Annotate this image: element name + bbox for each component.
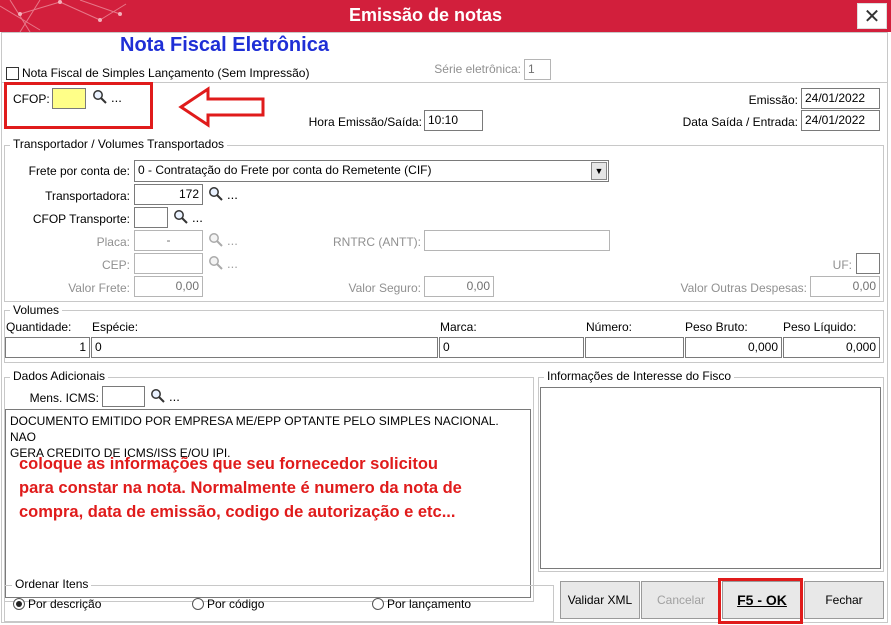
frete-select[interactable]: 0 - Contratação do Frete por conta do Re… xyxy=(134,160,609,182)
simples-lancamento-label: Nota Fiscal de Simples Lançamento (Sem I… xyxy=(22,66,310,80)
valor-frete-field[interactable]: 0,00 xyxy=(134,276,203,297)
mens-icms-field[interactable] xyxy=(102,386,145,407)
radio-selected-icon xyxy=(13,598,25,610)
mens-icms-label: Mens. ICMS: xyxy=(29,391,99,405)
mens-icms-lookup-dots[interactable]: ... xyxy=(169,389,180,404)
instruction-line-2: para constar na nota. Normalmente é nume… xyxy=(19,479,462,497)
radio-unselected-icon xyxy=(372,598,384,610)
cep-lookup-dots[interactable]: ... xyxy=(227,256,238,271)
frete-label: Frete por conta de: xyxy=(28,164,130,178)
volumes-header-peso-bruto: Peso Bruto: xyxy=(685,320,748,334)
valor-seguro-field[interactable]: 0,00 xyxy=(424,276,494,297)
radio-por-lancamento[interactable]: Por lançamento xyxy=(372,597,471,611)
placa-lookup-dots[interactable]: ... xyxy=(227,233,238,248)
placa-label: Placa: xyxy=(96,235,130,249)
volumes-especie-field[interactable]: 0 xyxy=(91,337,438,358)
cfop-transporte-search-icon[interactable] xyxy=(173,209,189,228)
volumes-header-numero: Número: xyxy=(586,320,633,334)
frete-select-value: 0 - Contratação do Frete por conta do Re… xyxy=(138,163,432,177)
fechar-button[interactable]: Fechar xyxy=(804,581,884,619)
transportadora-label: Transportadora: xyxy=(45,189,130,203)
radio-por-lancamento-label: Por lançamento xyxy=(387,597,472,611)
cep-search-icon[interactable] xyxy=(208,255,224,274)
ordenar-itens-group-title: Ordenar Itens xyxy=(12,577,92,591)
instruction-line-3: compra, data de emissão, codigo de autor… xyxy=(19,503,456,521)
valor-outras-field[interactable]: 0,00 xyxy=(810,276,880,297)
hora-emissao-label: Hora Emissão/Saída: xyxy=(308,115,422,129)
window-title: Emissão de notas xyxy=(348,5,503,25)
emissao-label: Emissão: xyxy=(748,93,798,107)
emissao-field[interactable]: 24/01/2022 xyxy=(801,88,880,109)
radio-unselected-icon xyxy=(192,598,204,610)
serie-eletronica-label: Série eletrônica: xyxy=(434,62,521,76)
validar-xml-button[interactable]: Validar XML xyxy=(560,581,640,619)
cfop-transporte-lookup-dots[interactable]: ... xyxy=(192,210,203,225)
mens-icms-search-icon[interactable] xyxy=(150,388,166,407)
dados-adicionais-group-title: Dados Adicionais xyxy=(10,369,109,383)
uf-field[interactable] xyxy=(856,253,880,274)
page-heading: Nota Fiscal Eletrônica xyxy=(120,34,329,56)
valor-seguro-label: Valor Seguro: xyxy=(348,281,422,295)
chevron-down-icon: ▼ xyxy=(594,166,604,176)
radio-por-codigo[interactable]: Por código xyxy=(192,597,264,611)
transportador-group-title: Transportador / Volumes Transportados xyxy=(10,137,227,151)
radio-por-descricao[interactable]: Por descrição xyxy=(13,597,101,611)
volumes-header-marca: Marca: xyxy=(440,320,477,334)
dados-text-line-1: DOCUMENTO EMITIDO POR EMPRESA ME/EPP OPT… xyxy=(10,414,499,444)
placa-field[interactable]: - xyxy=(134,230,203,251)
volumes-quantidade-field[interactable]: 1 xyxy=(5,337,90,358)
valor-outras-label: Valor Outras Despesas: xyxy=(680,281,808,295)
volumes-peso-bruto-field[interactable]: 0,000 xyxy=(685,337,782,358)
volumes-header-quantidade: Quantidade: xyxy=(6,320,72,334)
valor-frete-label: Valor Frete: xyxy=(68,281,130,295)
transportadora-lookup-dots[interactable]: ... xyxy=(227,187,238,202)
data-saida-label: Data Saída / Entrada: xyxy=(682,115,798,129)
volumes-group-title: Volumes xyxy=(10,303,63,317)
instruction-line-1: coloque as informações que seu fornecedo… xyxy=(19,455,439,473)
volumes-numero-field[interactable] xyxy=(585,337,684,358)
red-arrow-icon xyxy=(178,86,265,128)
cancelar-button[interactable]: Cancelar xyxy=(641,581,721,619)
instruction-annotation: coloque as informações que seu fornecedo… xyxy=(19,452,462,524)
window-body: Nota Fiscal Eletrônica Nota Fiscal de Si… xyxy=(0,32,891,625)
volumes-marca-field[interactable]: 0 xyxy=(439,337,584,358)
volumes-peso-liquido-field[interactable]: 0,000 xyxy=(783,337,880,358)
cep-label: CEP: xyxy=(101,258,130,272)
volumes-header-peso-liquido: Peso Líquido: xyxy=(783,320,857,334)
uf-label: UF: xyxy=(832,258,852,272)
data-saida-field[interactable]: 24/01/2022 xyxy=(801,110,880,131)
simples-lancamento-checkbox[interactable] xyxy=(6,67,19,80)
fisco-textarea[interactable] xyxy=(540,387,881,569)
transportadora-field[interactable]: 172 xyxy=(134,184,203,205)
hora-emissao-field[interactable]: 10:10 xyxy=(424,110,483,131)
rntrc-field[interactable] xyxy=(424,230,610,251)
cfop-transporte-field[interactable] xyxy=(134,207,168,228)
transportadora-search-icon[interactable] xyxy=(208,186,224,205)
cfop-highlight-box xyxy=(4,82,153,129)
radio-por-descricao-label: Por descrição xyxy=(28,597,102,611)
placa-search-icon[interactable] xyxy=(208,232,224,251)
serie-eletronica-field[interactable]: 1 xyxy=(524,59,551,80)
radio-por-codigo-label: Por código xyxy=(207,597,265,611)
title-bar: Emissão de notas ✕ xyxy=(0,0,891,32)
close-icon[interactable]: ✕ xyxy=(857,3,887,29)
cfop-transporte-label: CFOP Transporte: xyxy=(32,212,130,226)
ok-button-highlight-box xyxy=(718,578,803,624)
cep-field[interactable] xyxy=(134,253,203,274)
fisco-group-title: Informações de Interesse do Fisco xyxy=(544,369,735,383)
volumes-header-especie: Espécie: xyxy=(92,320,139,334)
rntrc-label: RNTRC (ANTT): xyxy=(333,235,421,249)
frete-dropdown-button[interactable]: ▼ xyxy=(591,162,607,180)
